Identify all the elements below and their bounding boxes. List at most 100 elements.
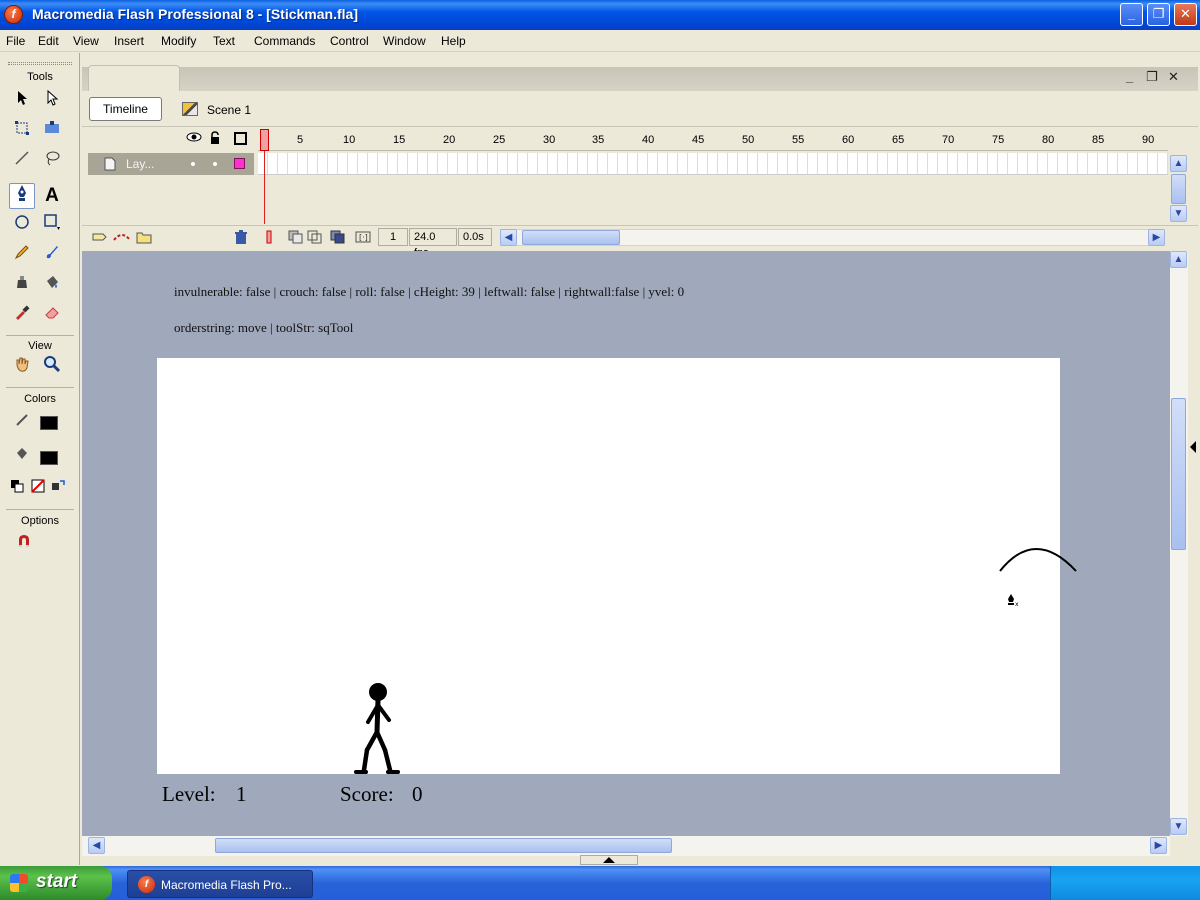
system-tray[interactable] [1050,866,1200,900]
timeline-scroll-up-icon[interactable]: ▲ [1170,155,1187,172]
doc-minimize-button[interactable]: _ [1126,69,1133,84]
layer-visible-dot[interactable] [191,162,195,166]
layer-name[interactable]: Lay... [126,157,154,171]
stage-scroll-left-icon[interactable]: ◀ [88,837,105,854]
paint-bucket-icon[interactable] [39,273,65,299]
modify-onion-markers-icon[interactable]: [·] [355,230,371,247]
insert-layer-icon[interactable] [92,230,108,247]
pen-icon[interactable] [9,183,35,209]
brush-icon[interactable] [39,243,65,269]
level-value: 1 [236,782,247,806]
free-transform-icon[interactable] [9,119,35,145]
stage-vscroll[interactable]: ▲ ▼ [1170,251,1188,836]
stage-scroll-right-icon[interactable]: ▶ [1150,837,1167,854]
timeline-scroll-right-icon[interactable]: ▶ [1148,229,1165,246]
oval-tool-icon[interactable] [9,213,35,239]
rectangle-tool-icon[interactable] [39,213,65,239]
insert-folder-icon[interactable] [136,230,152,247]
frame-tick: 85 [1092,134,1105,146]
stage-vscroll-thumb[interactable] [1171,398,1186,550]
onion-skin-outlines-icon[interactable] [307,230,323,247]
eyedropper-icon[interactable] [9,303,35,329]
menu-control[interactable]: Control [330,34,369,48]
ink-bottle-icon[interactable] [9,273,35,299]
frame-cells[interactable] [258,153,1168,175]
edit-multiple-frames-icon[interactable] [330,230,346,247]
eraser-icon[interactable] [39,303,65,329]
menu-bar: File Edit View Insert Modify Text Comman… [0,30,1200,52]
close-button[interactable]: ✕ [1174,3,1197,26]
hand-icon[interactable] [9,355,35,381]
swap-colors-icon[interactable] [45,476,71,502]
menu-modify[interactable]: Modify [161,34,196,48]
menu-text[interactable]: Text [213,34,235,48]
onion-skin-icon[interactable] [288,230,304,247]
frame-tick: 10 [343,134,356,146]
layer-row[interactable]: Lay... [88,153,254,175]
restore-button[interactable]: ❐ [1147,3,1170,26]
timeline-button[interactable]: Timeline [89,97,162,121]
selection-arrow-icon[interactable] [9,89,35,115]
eye-icon[interactable] [186,131,202,146]
start-button[interactable]: start [0,866,112,900]
subselection-arrow-icon[interactable] [39,89,65,115]
document-tab[interactable] [88,65,180,91]
layer-outline-color[interactable] [234,158,245,169]
menu-window[interactable]: Window [383,34,426,48]
frame-tick: 65 [892,134,905,146]
stage-hscroll-thumb[interactable] [215,838,672,853]
lasso-icon[interactable] [39,149,65,175]
frame-tick: 5 [297,134,304,146]
flash-icon[interactable]: f [4,5,23,24]
menu-help[interactable]: Help [441,34,466,48]
stage[interactable] [157,358,1060,774]
panel-grip[interactable] [8,62,72,65]
playhead[interactable] [260,129,269,151]
minimize-button[interactable]: _ [1120,3,1143,26]
document-tab-strip [82,67,1198,91]
frame-tick: 40 [642,134,655,146]
stage-hscroll[interactable]: ◀ ▶ [82,836,1170,856]
doc-restore-button[interactable]: ❐ [1146,69,1158,85]
stage-scroll-up-icon[interactable]: ▲ [1170,251,1187,268]
frame-tick: 25 [493,134,506,146]
menu-file[interactable]: File [6,34,25,48]
menu-insert[interactable]: Insert [114,34,144,48]
timeline-hscroll-thumb[interactable] [522,230,620,245]
frame-tick: 35 [592,134,605,146]
outline-icon[interactable] [234,132,247,145]
fill-transform-icon[interactable] [39,119,65,145]
layer-lock-dot[interactable] [213,162,217,166]
menu-view[interactable]: View [73,34,99,48]
menu-edit[interactable]: Edit [38,34,59,48]
fill-color-swatch[interactable] [40,451,58,465]
doc-close-button[interactable]: ✕ [1168,69,1179,85]
frame-tick: 30 [543,134,556,146]
frame-rate-field[interactable]: 24.0 fps [409,228,457,259]
playhead-line [264,151,265,224]
current-frame-field[interactable]: 1 [378,228,408,246]
panel-collapse-handle[interactable] [1188,251,1198,865]
pencil-icon[interactable] [9,243,35,269]
line-tool-icon[interactable] [9,149,35,175]
timeline-panel: Lay... 1 5 10 15 20 25 30 35 40 45 50 55… [82,127,1198,259]
menu-commands[interactable]: Commands [254,34,315,48]
stage-scroll-down-icon[interactable]: ▼ [1170,818,1187,835]
properties-panel-toggle[interactable] [580,855,638,865]
delete-layer-icon[interactable] [234,230,248,248]
snap-magnet-icon[interactable] [11,532,37,558]
pasteboard[interactable]: invulnerable: false | crouch: false | ro… [82,251,1170,836]
timeline-scroll-left-icon[interactable]: ◀ [500,229,517,246]
taskbar-item-flash[interactable]: f Macromedia Flash Pro... [127,870,313,898]
lock-icon[interactable] [209,131,221,148]
text-tool-icon[interactable]: A [39,183,65,209]
scene-label[interactable]: Scene 1 [207,103,251,117]
stroke-color-swatch[interactable] [40,416,58,430]
zoom-icon[interactable] [39,355,65,381]
edit-bar: Timeline Scene 1 [82,91,1198,127]
center-frame-icon[interactable] [262,230,276,247]
timeline-scroll-down-icon[interactable]: ▼ [1170,205,1187,222]
frame-ruler[interactable]: 1 5 10 15 20 25 30 35 40 45 50 55 60 65 … [258,127,1168,151]
timeline-vscroll-thumb[interactable] [1171,174,1186,204]
add-motion-guide-icon[interactable] [112,230,132,247]
